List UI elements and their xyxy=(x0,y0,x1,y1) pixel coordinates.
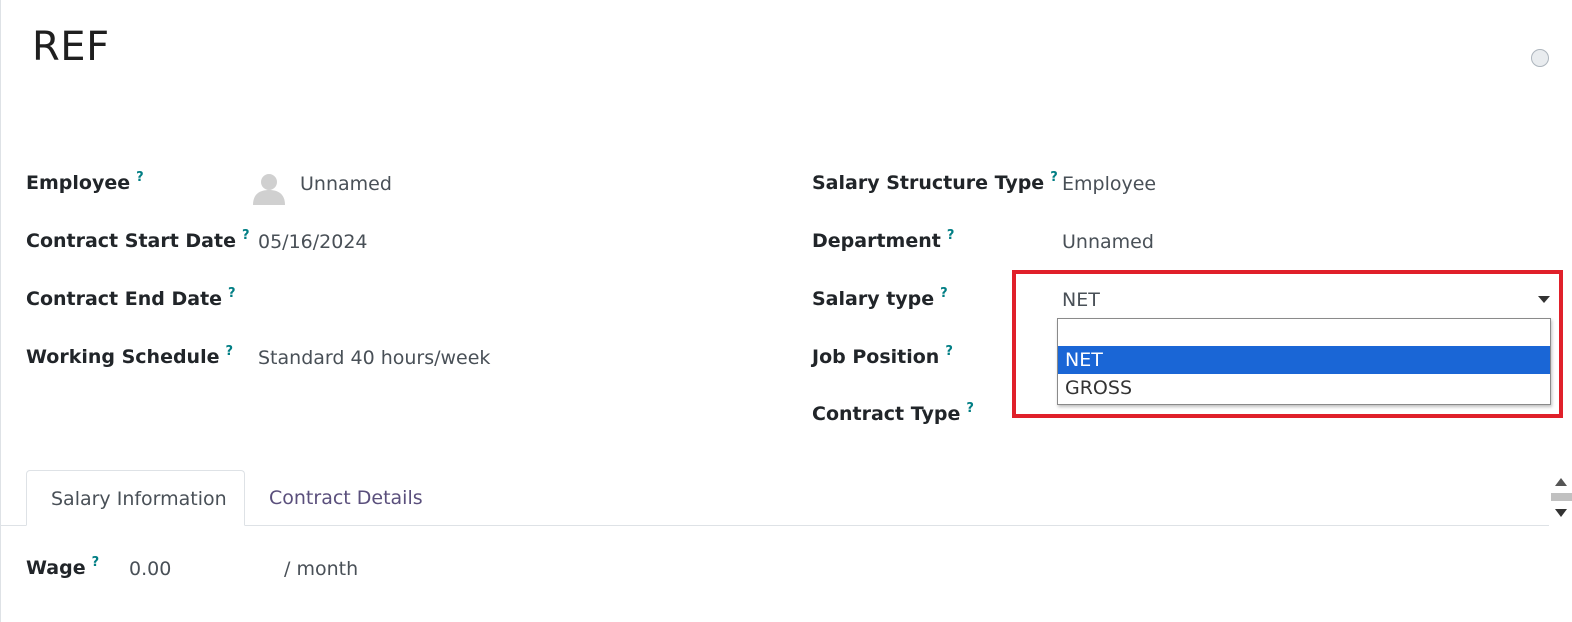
help-icon[interactable]: ? xyxy=(136,170,144,185)
page-title: REF xyxy=(32,24,110,70)
tab-salary-information[interactable]: Salary Information xyxy=(26,470,245,526)
contract-end-date-label: Contract End Date? xyxy=(26,286,236,310)
contract-type-label: Contract Type? xyxy=(812,401,974,425)
department-label: Department? xyxy=(812,228,955,252)
employee-label: Employee? xyxy=(26,170,144,194)
scrollbar-thumb[interactable] xyxy=(1551,493,1572,501)
salary-type-label: Salary type? xyxy=(812,286,948,310)
help-icon[interactable]: ? xyxy=(225,344,233,359)
status-indicator[interactable] xyxy=(1531,49,1549,67)
contract-form: REF Employee? Unnamed Contract Start Dat… xyxy=(0,0,1572,622)
help-icon[interactable]: ? xyxy=(945,344,953,359)
scroll-down-arrow-icon[interactable] xyxy=(1555,509,1567,517)
wage-label: Wage? xyxy=(26,555,100,579)
salary-structure-type-label: Salary Structure Type? xyxy=(812,170,1058,194)
salary-structure-type-field[interactable]: Employee xyxy=(1062,173,1156,195)
job-position-label: Job Position? xyxy=(812,344,953,368)
contract-start-date-field[interactable]: 05/16/2024 xyxy=(258,231,368,253)
tab-contract-details[interactable]: Contract Details xyxy=(245,470,447,526)
help-icon[interactable]: ? xyxy=(92,555,100,570)
help-icon[interactable]: ? xyxy=(228,286,236,301)
working-schedule-field[interactable]: Standard 40 hours/week xyxy=(258,347,490,369)
wage-field[interactable]: 0.00 xyxy=(129,558,171,580)
contract-start-date-label: Contract Start Date? xyxy=(26,228,250,252)
contract-end-date-field[interactable] xyxy=(258,289,558,313)
wage-unit: / month xyxy=(284,558,359,580)
department-field[interactable]: Unnamed xyxy=(1062,231,1154,253)
highlight-annotation xyxy=(1012,270,1563,418)
employee-field[interactable]: Unnamed xyxy=(300,173,392,195)
working-schedule-label: Working Schedule? xyxy=(26,344,234,368)
scroll-up-arrow-icon[interactable] xyxy=(1555,478,1567,486)
help-icon[interactable]: ? xyxy=(947,228,955,243)
help-icon[interactable]: ? xyxy=(966,401,974,416)
help-icon[interactable]: ? xyxy=(1050,170,1058,185)
avatar-icon xyxy=(253,174,285,205)
help-icon[interactable]: ? xyxy=(242,228,250,243)
help-icon[interactable]: ? xyxy=(940,286,948,301)
